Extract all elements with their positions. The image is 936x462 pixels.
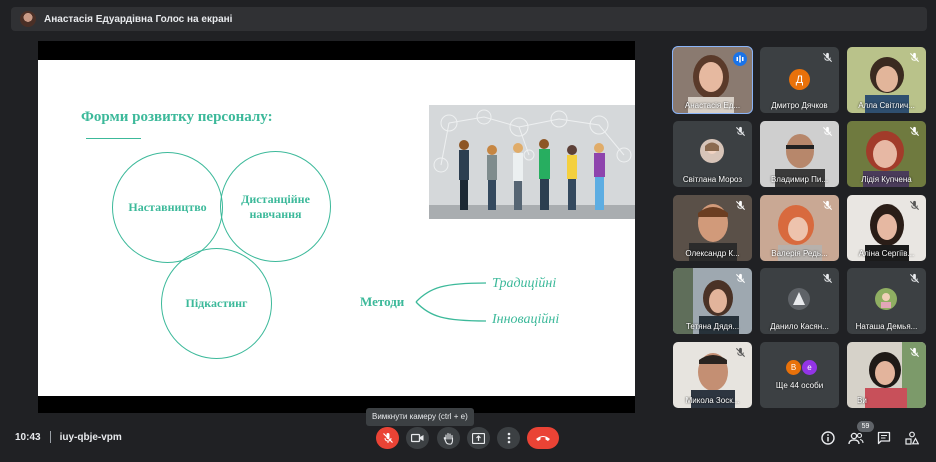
more-avatar-letter: В [790,363,797,372]
circle-mentoring-label: Наставництво [128,200,207,214]
methods-brace [415,282,487,322]
end-call-icon [536,436,550,441]
chat-icon [877,431,891,445]
participant-tile[interactable]: Д Дмитро Дячков [760,47,839,113]
circle-mentoring: Наставництво [112,152,223,263]
participant-tile[interactable]: Лідія Купчена [847,121,926,187]
mic-off-icon [735,347,746,358]
presentation-slide: Форми розвитку персоналу: Наставництво Д… [38,60,635,396]
circle-podcasting-label: Підкастинг [185,296,248,310]
presenter-title: Анастасія Едуардівна Голос на екрані [44,13,233,25]
participant-name: Валерія Редь... [771,249,828,258]
end-call-button[interactable] [527,427,559,449]
more-options-button[interactable] [497,427,520,449]
participant-tile[interactable]: Світлана Мороз [673,121,752,187]
meeting-code[interactable]: iuy-qbje-vpm [60,432,122,443]
mic-off-icon [822,200,833,211]
self-tile[interactable]: Ви [847,342,926,408]
mic-off-icon [735,126,746,137]
clock: 10:43 [15,431,41,443]
mic-off-icon [909,347,920,358]
title-underline [86,138,141,139]
activities-button[interactable] [904,430,920,446]
participants-button[interactable] [848,430,864,446]
avatar [875,288,897,310]
present-button[interactable] [467,427,490,449]
info-icon [821,431,835,445]
participant-name: Данило Касян... [770,322,829,331]
mic-off-icon [909,126,920,137]
mic-off-icon [822,126,833,137]
participant-name: Тетяна Дядя... [685,322,740,331]
avatar-letter: Д [795,73,804,86]
mic-off-icon [735,200,746,211]
mic-off-icon [822,52,833,63]
camera-toggle-button[interactable] [406,427,429,449]
participant-tile[interactable]: Данило Касян... [760,268,839,334]
participant-tile[interactable]: Алла Світлич... [847,47,926,113]
more-avatar-1: В [786,360,801,375]
meeting-info-button[interactable] [820,430,836,446]
participant-name: Наташа Демья... [855,322,918,331]
methods-label: Методи [360,294,405,309]
participant-tile[interactable]: Наташа Демья... [847,268,926,334]
participants-count-badge: 59 [857,421,874,432]
camera-tooltip: Вимкнути камеру (ctrl + e) [366,408,474,426]
participant-name: Анастасія Ед... [684,101,741,110]
camera-icon [411,433,424,443]
participant-tile[interactable]: Олександр К... [673,195,752,261]
participant-name: Дмитро Дячков [771,101,828,110]
divider [49,431,51,443]
people-with-phones-illustration [429,105,635,219]
participant-name: Аліна Сергіїв... [858,249,915,258]
more-participants-label: Ще 44 особи [775,381,824,390]
mic-off-icon [909,200,920,211]
participant-tile[interactable]: Владимир Пи... [760,121,839,187]
mic-toggle-button[interactable] [376,427,399,449]
people-icon [848,432,864,445]
participant-name: Микола Зоск... [685,396,740,405]
circle-distance-label: Дистанційне навчання [241,191,310,221]
participant-tile[interactable]: Анастасія Ед... [672,46,753,114]
more-vert-icon [507,432,510,444]
mic-off-icon [382,433,393,443]
circle-distance-learning: Дистанційне навчання [220,151,331,262]
participant-tile[interactable]: Аліна Сергіїв... [847,195,926,261]
activities-icon [905,431,919,445]
avatar [788,288,810,310]
participant-name: Світлана Мороз [682,175,743,184]
method-innovative: Інноваційні [492,312,560,327]
mic-off-icon [735,273,746,284]
slide-photo [429,105,635,219]
speaking-indicator-icon [733,52,747,66]
meeting-details: 10:43 iuy-qbje-vpm [15,431,122,443]
chat-button[interactable] [876,430,892,446]
avatar [700,139,724,163]
more-avatar-2: е [802,360,817,375]
participant-tile[interactable]: Валерія Редь... [760,195,839,261]
participant-name: Ви [857,396,867,405]
participant-name: Лідія Купчена [861,175,912,184]
raise-hand-button[interactable] [437,427,460,449]
circle-podcasting: Підкастинг [161,248,272,359]
mic-off-icon [822,273,833,284]
presenter-avatar [20,11,36,27]
presenter-bar: Анастасія Едуардівна Голос на екрані [11,7,927,31]
present-icon [472,432,485,444]
participant-tile[interactable]: Тетяна Дядя... [673,268,752,334]
method-traditional: Традиційні [492,276,557,291]
letter-avatar: Д [789,69,810,90]
mic-off-icon [909,52,920,63]
more-participants-tile[interactable]: В е Ще 44 особи [760,342,839,408]
more-avatar-letter: е [807,363,812,372]
mic-off-icon [909,273,920,284]
participant-name: Олександр К... [685,249,740,258]
participant-tile[interactable]: Микола Зоск... [673,342,752,408]
participant-name: Владимир Пи... [770,175,829,184]
raise-hand-icon [443,432,453,445]
slide-title: Форми розвитку персоналу: [81,109,273,125]
participant-name: Алла Світлич... [858,101,915,110]
